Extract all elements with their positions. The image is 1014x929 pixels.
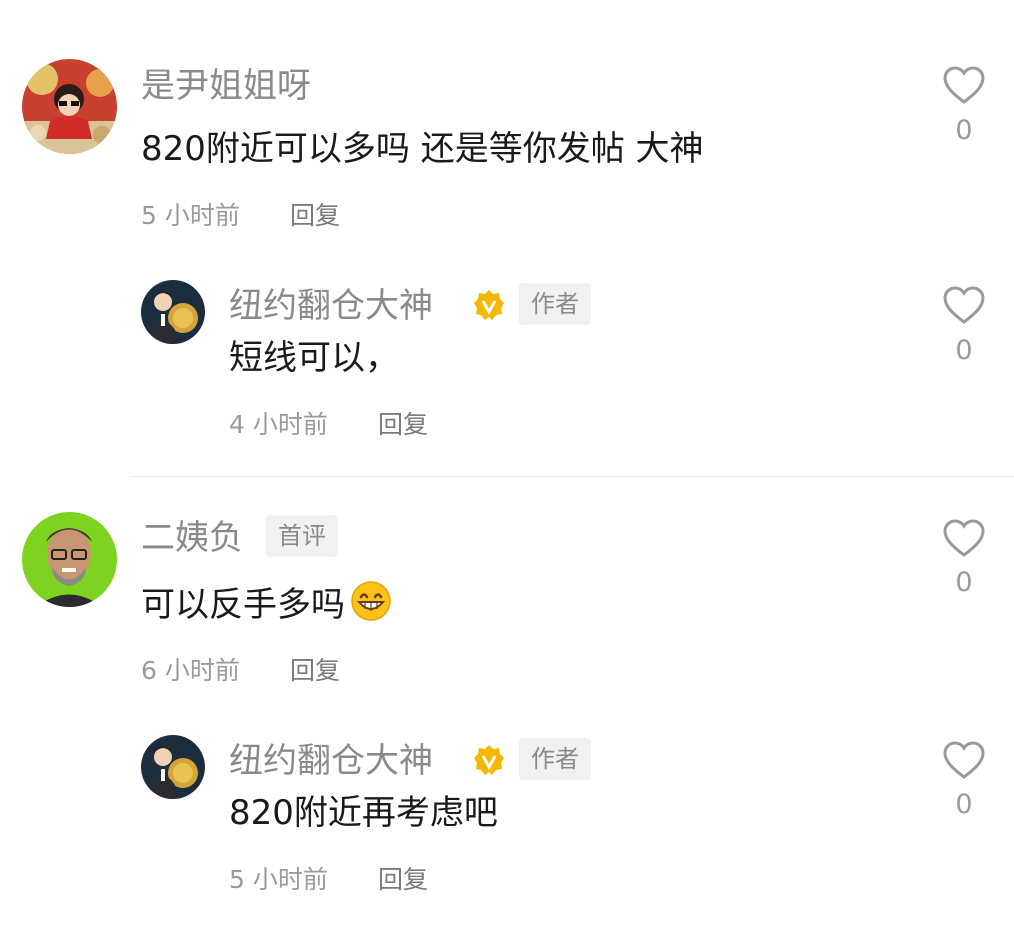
reply-item: 纽约翻仓大神 作者 820附近再考虑吧 5 小时前 回复 0 [0,0,1014,929]
avatar[interactable] [141,735,205,799]
heart-outline-icon[interactable] [942,740,986,780]
avatar-image [141,735,205,799]
reply-button[interactable]: 回复 [378,865,428,895]
verified-badge-icon [474,745,504,775]
comment-text: 820附近再考虑吧 [229,793,498,833]
author-badge: 作者 [519,738,591,780]
username[interactable]: 纽约翻仓大神 [229,741,433,781]
like-count: 0 [955,789,973,820]
timestamp: 5 小时前 [229,865,328,894]
